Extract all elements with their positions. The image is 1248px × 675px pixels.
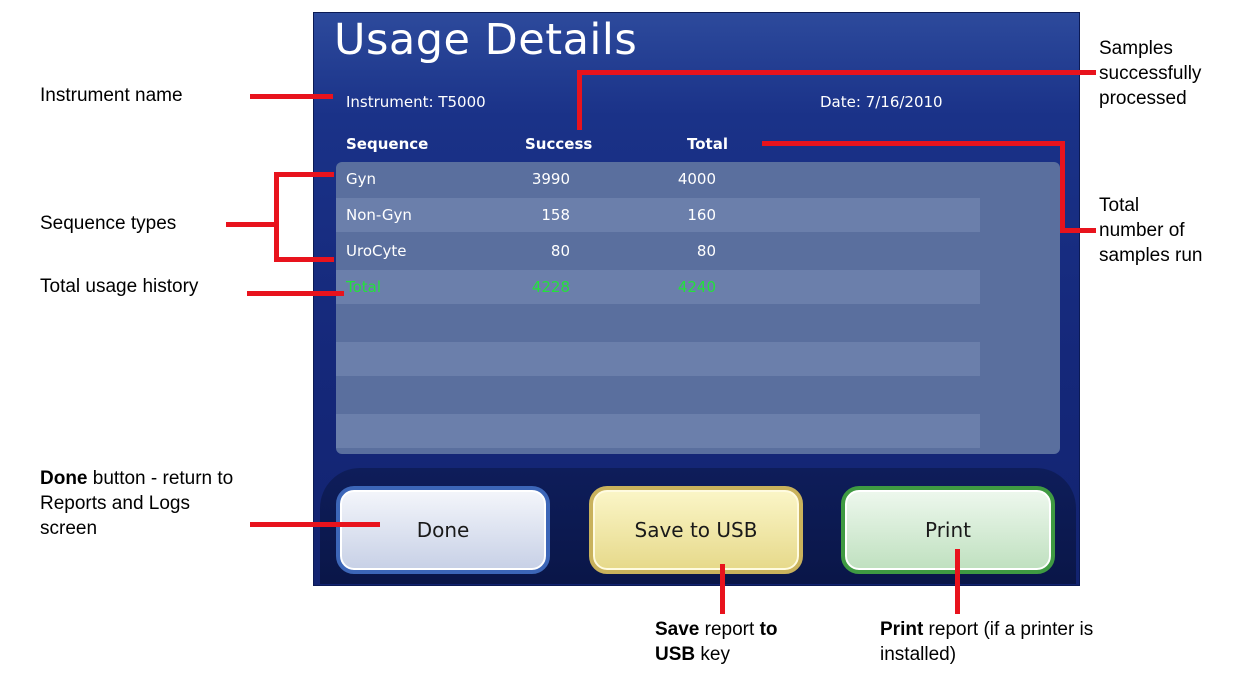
callout-total-line3: samples run [1099, 245, 1203, 266]
callout-line-print [955, 549, 960, 614]
callout-line-samples-horizontal [577, 70, 1096, 75]
success-cell: 158 [541, 206, 570, 224]
callout-done-button: Done button - return to Reports and Logs… [40, 466, 233, 541]
table-row-empty [336, 378, 980, 412]
callout-line-samples-vertical [577, 70, 582, 130]
callout-save-end: key [695, 644, 730, 665]
usage-details-screen: Usage Details Instrument: T5000 Date: 7/… [313, 12, 1080, 586]
usage-table: Gyn 3990 4000 Non-Gyn 158 160 UroCyte 80… [336, 162, 1060, 454]
sequence-cell: UroCyte [346, 242, 407, 260]
callout-done-text: button - return to [87, 468, 234, 489]
callout-print-line2: installed) [880, 644, 957, 665]
table-row-empty [336, 306, 980, 340]
success-cell: 3990 [531, 170, 570, 188]
callout-line-total-vertical [1060, 141, 1065, 233]
column-header-total: Total [687, 135, 728, 153]
callout-done-line2: Reports and Logs [40, 493, 190, 514]
callout-print-text: report (if a printer is [923, 619, 1094, 640]
total-cell: 4000 [677, 170, 716, 188]
callout-line-done [250, 522, 380, 527]
callout-done-bold: Done [40, 468, 88, 489]
callout-samples-line3: processed [1099, 88, 1187, 109]
sequence-cell: Total [346, 278, 382, 296]
column-header-success: Success [525, 135, 593, 153]
callout-line-sequence [226, 222, 278, 227]
callout-samples-line1: Samples [1099, 38, 1173, 59]
total-cell: 160 [687, 206, 716, 224]
callout-save-usb: Save report to USB key [655, 617, 778, 667]
callout-done-line3: screen [40, 518, 98, 539]
table-row: Non-Gyn 158 160 [336, 198, 980, 232]
callout-line-sequence-top [274, 172, 334, 177]
callout-total-usage: Total usage history [40, 276, 199, 297]
page-title: Usage Details [334, 15, 638, 65]
done-button[interactable]: Done [336, 486, 550, 574]
print-button[interactable]: Print [841, 486, 1055, 574]
instrument-label: Instrument: T5000 [346, 93, 486, 111]
total-cell: 4240 [677, 278, 716, 296]
save-to-usb-button[interactable]: Save to USB [589, 486, 803, 574]
callout-sequence-types: Sequence types [40, 213, 177, 234]
callout-line-save-usb [720, 564, 725, 614]
callout-samples-processed: Samples successfully processed [1099, 36, 1201, 111]
callout-save-bold2: to [759, 619, 778, 640]
callout-line-total-end [1060, 228, 1096, 233]
total-cell: 80 [696, 242, 716, 260]
callout-samples-line2: successfully [1099, 63, 1202, 84]
callout-save-bold3: USB [655, 644, 696, 665]
callout-print: Print report (if a printer is installed) [880, 617, 1093, 667]
table-row: UroCyte 80 80 [336, 234, 980, 268]
sequence-cell: Non-Gyn [346, 206, 412, 224]
callout-save-bold1: Save [655, 619, 700, 640]
callout-save-mid: report [699, 619, 760, 640]
callout-total-line1: Total [1099, 195, 1140, 216]
success-cell: 80 [550, 242, 570, 260]
sequence-cell: Gyn [346, 170, 377, 188]
callout-line-sequence-bracket [274, 172, 279, 262]
success-cell: 4228 [531, 278, 570, 296]
callout-line-instrument [250, 94, 333, 99]
callout-total-line2: number of [1099, 220, 1185, 241]
callout-line-sequence-bottom [274, 257, 334, 262]
callout-line-total-usage [247, 291, 344, 296]
date-label: Date: 7/16/2010 [820, 93, 943, 111]
table-row: Gyn 3990 4000 [336, 162, 980, 196]
callout-total-samples: Total number of samples run [1099, 193, 1203, 268]
table-row-empty [336, 414, 980, 448]
callout-print-bold: Print [880, 619, 924, 640]
table-row-total: Total 4228 4240 [336, 270, 980, 304]
callout-line-total-horizontal [762, 141, 1064, 146]
column-header-sequence: Sequence [346, 135, 429, 153]
table-row-empty [336, 342, 980, 376]
callout-instrument-name: Instrument name [40, 85, 183, 106]
